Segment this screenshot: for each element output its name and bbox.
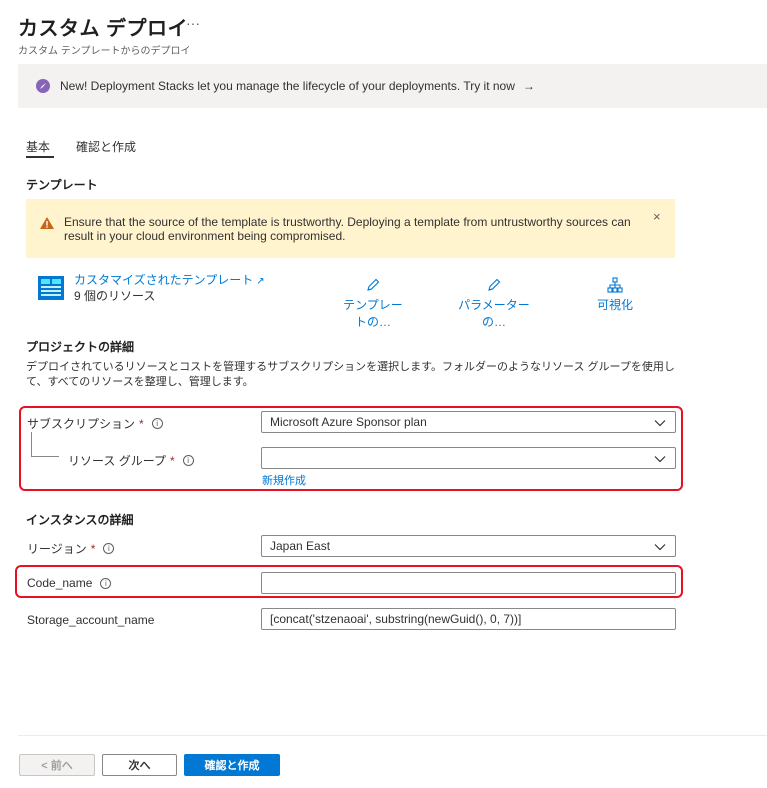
visualize-button[interactable]: 可視化	[590, 277, 640, 313]
code-name-input[interactable]	[261, 572, 676, 594]
required-marker: *	[139, 416, 144, 431]
storage-account-label: Storage_account_name	[27, 613, 154, 627]
code-name-label-text: Code_name	[27, 576, 93, 590]
edit-parameters-button[interactable]: パラメーターの…	[454, 277, 534, 330]
info-icon[interactable]: i	[100, 577, 112, 589]
tab-review-create[interactable]: 確認と作成	[76, 138, 136, 155]
resource-group-label-text: リソース グループ	[68, 454, 167, 468]
external-link-icon: ↗	[256, 276, 265, 287]
info-icon[interactable]: i	[151, 418, 163, 429]
edit-template-label: テンプレートの…	[343, 298, 403, 329]
hierarchy-icon	[607, 277, 623, 293]
tree-connector	[31, 432, 32, 456]
next-button[interactable]: 次へ	[102, 754, 177, 776]
edit-template-button[interactable]: テンプレートの…	[338, 277, 408, 330]
subscription-dropdown[interactable]: Microsoft Azure Sponsor plan	[261, 411, 676, 433]
instance-details-heading: インスタンスの詳細	[26, 513, 134, 527]
previous-button[interactable]: < 前へ	[19, 754, 95, 776]
pencil-icon	[367, 278, 380, 291]
customized-template-link[interactable]: カスタマイズされたテンプレート ↗	[74, 271, 265, 288]
tree-connector	[31, 456, 59, 457]
active-tab-indicator	[26, 156, 54, 158]
info-icon[interactable]: i	[103, 543, 115, 554]
info-icon[interactable]: i	[182, 455, 194, 466]
template-icon	[38, 276, 64, 300]
warning-message: Ensure that the source of the template i…	[26, 199, 675, 258]
resource-group-dropdown[interactable]	[261, 447, 676, 469]
region-label: リージョン * i	[27, 540, 115, 557]
subscription-label: サブスクリプション * i	[27, 415, 163, 432]
project-description: デプロイされているリソースとコストを管理するサブスクリプションを選択します。フォ…	[26, 361, 675, 388]
template-heading: テンプレート	[26, 178, 98, 192]
arrow-right-icon: →	[522, 79, 535, 93]
page-title: カスタム デプロイ	[18, 18, 189, 40]
subscription-value: Microsoft Azure Sponsor plan	[270, 415, 427, 429]
banner-text: New! Deployment Stacks let you manage th…	[60, 79, 515, 93]
customized-template-label: カスタマイズされたテンプレート	[74, 273, 254, 287]
footer-divider	[18, 735, 767, 736]
chevron-down-icon	[654, 420, 666, 427]
create-new-link[interactable]: 新規作成	[262, 472, 306, 488]
close-icon[interactable]: ×	[653, 209, 661, 224]
more-options-button[interactable]: ···	[186, 15, 200, 31]
page-subtitle: カスタム テンプレートからのデプロイ	[18, 46, 191, 57]
review-create-button[interactable]: 確認と作成	[184, 754, 280, 776]
warning-text: Ensure that the source of the template i…	[64, 215, 631, 243]
code-name-label: Code_name i	[27, 576, 112, 590]
tab-basics[interactable]: 基本	[26, 138, 50, 155]
storage-account-label-text: Storage_account_name	[27, 613, 155, 627]
chevron-down-icon	[654, 544, 666, 551]
project-details-heading: プロジェクトの詳細	[26, 340, 135, 354]
subscription-label-text: サブスクリプション	[27, 417, 136, 431]
resource-group-label: リソース グループ * i	[68, 452, 194, 469]
region-dropdown[interactable]: Japan East	[261, 535, 676, 557]
warning-icon	[40, 217, 54, 229]
required-marker: *	[170, 453, 175, 468]
rocket-icon	[36, 79, 50, 93]
required-marker: *	[90, 541, 96, 556]
visualize-label: 可視化	[596, 298, 633, 312]
deployment-stacks-banner[interactable]: New! Deployment Stacks let you manage th…	[18, 64, 767, 108]
region-value: Japan East	[270, 539, 331, 553]
region-label-text: リージョン	[27, 542, 87, 556]
chevron-down-icon	[654, 456, 666, 463]
resource-count: 9 個のリソース	[74, 289, 156, 303]
pencil-icon	[488, 278, 501, 291]
storage-account-input[interactable]: [concat('stzenaoai', substring(newGuid()…	[261, 608, 676, 630]
edit-parameters-label: パラメーターの…	[458, 298, 530, 329]
